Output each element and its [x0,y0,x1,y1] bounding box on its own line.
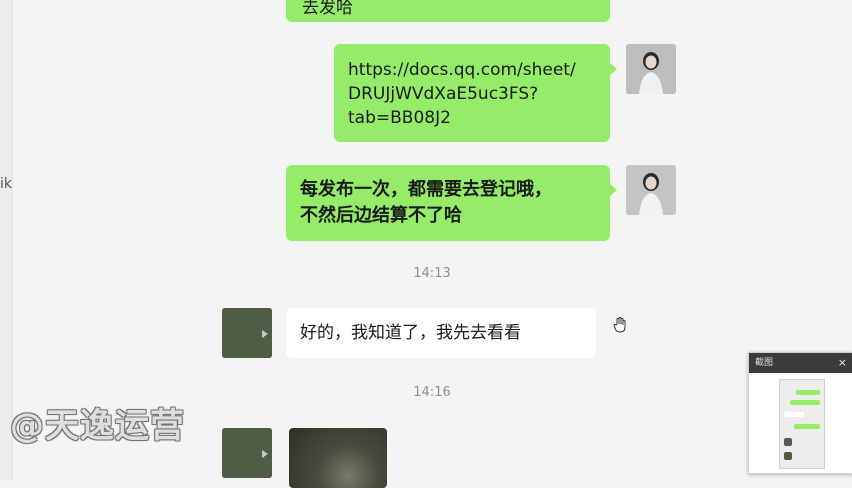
female-avatar-icon [626,44,676,94]
preview-avatar [784,452,792,460]
image-message[interactable] [289,428,387,488]
link-line-2[interactable]: DRUJjWVdXaE5uc3FS? [348,82,596,106]
timestamp: 14:13 [413,266,451,281]
preview-bubble [790,400,820,405]
male-avatar-icon [222,308,272,358]
message-bubble-notice[interactable]: 每发布一次，都需要去登记哦， 不然后边结算不了哈 [286,165,617,241]
preview-bubble [794,424,820,429]
preview-titlebar: 截图 × [749,353,852,373]
contact-avatar[interactable] [222,428,272,478]
preview-bubble [784,412,804,417]
left-edge-glyph: ik [0,176,12,192]
hand-cursor-icon [613,317,626,333]
watermark: @天逸运营 [10,406,185,446]
screenshot-preview-window[interactable]: 截图 × [748,352,852,474]
preview-bubble [796,390,820,395]
preview-title: 截图 [755,358,774,368]
message-bubble-partial[interactable]: 去发哈 [286,0,610,22]
link-line-1[interactable]: https://docs.qq.com/sheet/ [348,58,596,82]
message-text: 好的，我知道了，我先去看看 [300,323,521,343]
female-avatar-icon [626,165,676,215]
close-icon[interactable]: × [838,353,847,373]
message-bubble-link[interactable]: https://docs.qq.com/sheet/ DRUJjWVdXaE5u… [334,44,617,142]
link-line-3[interactable]: tab=BB08J2 [348,106,596,130]
sender-avatar[interactable] [626,165,676,215]
contact-avatar[interactable] [222,308,272,358]
preview-thumbnail[interactable] [779,379,825,469]
message-text: 去发哈 [302,0,353,18]
male-avatar-icon [222,428,272,478]
message-bubble-reply[interactable]: 好的，我知道了，我先去看看 [286,308,596,358]
notice-line-2: 不然后边结算不了哈 [300,205,462,226]
sender-avatar[interactable] [626,44,676,94]
notice-line-1: 每发布一次，都需要去登记哦， [300,179,552,200]
preview-avatar [784,438,792,446]
